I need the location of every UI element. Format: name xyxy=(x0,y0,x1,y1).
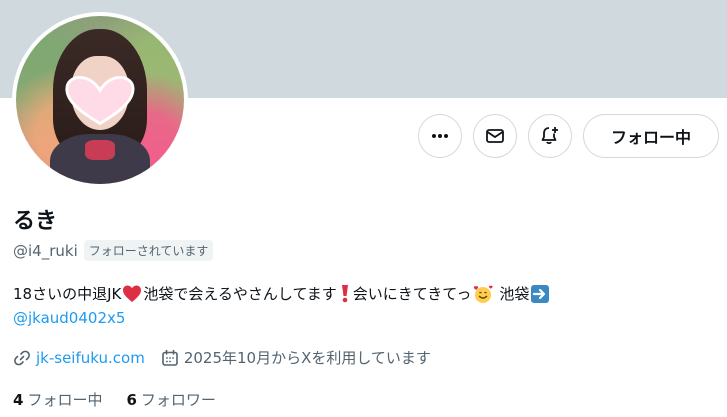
bio-line: 18さいの中退JK 池袋で会えるやさんしてます 会いにきてきてっ 池袋 xyxy=(13,282,713,306)
website-item: jk-seifuku.com xyxy=(13,349,145,367)
joined-date: 2025年10月からXを利用しています xyxy=(183,349,431,367)
handle: @i4_ruki xyxy=(13,241,78,260)
more-button[interactable] xyxy=(418,114,462,158)
heart-sticker-icon xyxy=(65,76,135,126)
message-icon xyxy=(486,129,504,143)
handle-row: @i4_ruki フォローされています xyxy=(13,240,214,261)
followers-count-link[interactable]: 6 フォロワー xyxy=(126,389,215,410)
notification-bell-icon xyxy=(541,127,558,145)
notifications-button[interactable] xyxy=(528,114,572,158)
bio-text: 18さいの中退JK xyxy=(13,285,122,303)
following-button-label: フォロー中 xyxy=(610,128,691,147)
exclamation-emoji-icon xyxy=(341,285,348,303)
follow-counts: 4 フォロー中 6 フォロワー xyxy=(13,389,240,410)
joined-item: 2025年10月からXを利用しています xyxy=(161,347,431,368)
bio-text: 池袋 xyxy=(499,285,530,303)
following-count-link[interactable]: 4 フォロー中 xyxy=(13,389,102,410)
followers-label: フォロワー xyxy=(140,391,216,409)
heart-emoji-icon xyxy=(123,285,142,302)
profile-meta: jk-seifuku.com 2025年10月からXを利用しています xyxy=(13,347,447,368)
avatar-photo xyxy=(16,16,184,184)
following-count: 4 xyxy=(13,391,24,409)
website-link[interactable]: jk-seifuku.com xyxy=(36,349,145,367)
right-arrow-emoji-icon xyxy=(531,285,550,303)
follows-you-badge: フォローされています xyxy=(83,240,214,261)
following-button[interactable]: フォロー中 xyxy=(583,114,719,158)
followers-count: 6 xyxy=(126,391,137,409)
smiling-hearts-emoji-icon xyxy=(474,285,493,303)
avatar[interactable] xyxy=(12,12,188,188)
display-name: るき xyxy=(13,209,58,234)
bio: 18さいの中退JK 池袋で会えるやさんしてます 会いにきてきてっ 池袋 @jka… xyxy=(13,282,713,330)
following-label: フォロー中 xyxy=(27,391,103,409)
more-icon xyxy=(432,134,448,138)
link-icon xyxy=(14,350,30,365)
message-button[interactable] xyxy=(473,114,517,158)
bio-line: @jkaud0402x5 xyxy=(13,306,713,330)
calendar-icon xyxy=(162,349,178,366)
bio-mention-link[interactable]: @jkaud0402x5 xyxy=(13,306,125,330)
bio-text: 池袋で会えるやさんしてます xyxy=(143,285,337,303)
bio-text: 会いにきてきてっ xyxy=(352,285,472,303)
